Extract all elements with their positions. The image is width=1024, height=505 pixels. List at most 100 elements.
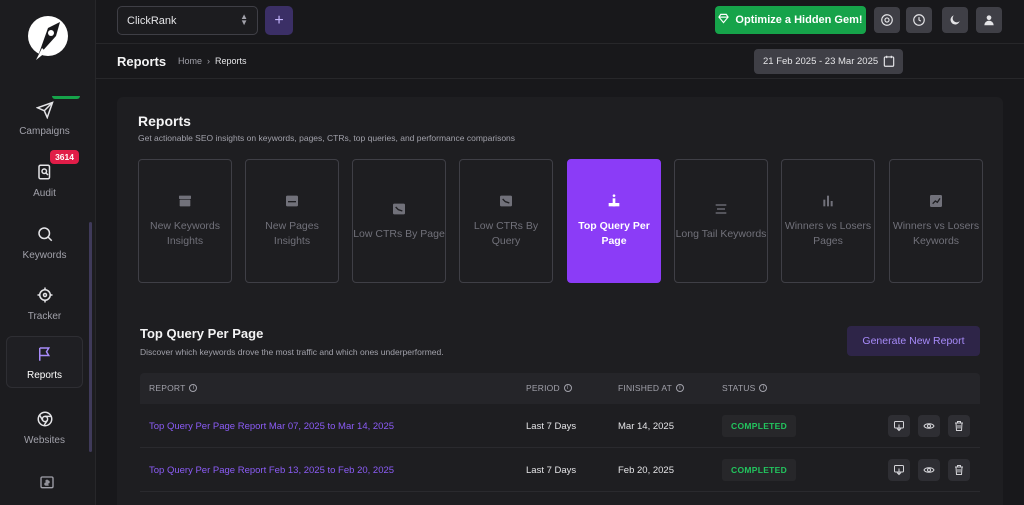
archive-icon bbox=[177, 193, 193, 209]
download-icon[interactable] bbox=[888, 415, 910, 437]
generate-new-report-button[interactable]: Generate New Report bbox=[847, 326, 980, 356]
sidebar-item-websites[interactable]: Websites bbox=[6, 401, 83, 453]
download-icon[interactable] bbox=[888, 459, 910, 481]
paper-plane-icon bbox=[35, 100, 55, 120]
app-root: Campaigns 3614 Audit Keywords Tracker Re… bbox=[0, 0, 1024, 505]
bar-chart-icon bbox=[820, 193, 836, 209]
sidebar-scrollbar[interactable] bbox=[89, 222, 92, 452]
tile-label: Winners vs Losers Pages bbox=[784, 220, 872, 247]
billing-icon[interactable] bbox=[37, 474, 57, 492]
crosshair-icon bbox=[35, 285, 55, 305]
table-header: REPORT i PERIOD i FINISHED AT i STATUS i bbox=[140, 373, 980, 404]
tile-low-ctrs-by-query[interactable]: Low CTRs By Query bbox=[459, 159, 553, 283]
gem-icon bbox=[718, 13, 730, 27]
tile-long-tail-keywords[interactable]: Long Tail Keywords bbox=[674, 159, 768, 283]
sidebar-item-campaigns[interactable]: Campaigns bbox=[6, 92, 83, 144]
lines-icon bbox=[713, 201, 729, 217]
chrome-extension-icon[interactable] bbox=[874, 7, 900, 33]
column-header-finished-at[interactable]: FINISHED AT i bbox=[618, 383, 684, 393]
audit-search-icon bbox=[35, 162, 55, 182]
topbar: ClickRank ▲ ▼ + Optimize a Hidden Gem! bbox=[96, 0, 1024, 44]
sidebar: Campaigns 3614 Audit Keywords Tracker Re… bbox=[0, 0, 96, 505]
info-icon[interactable]: i bbox=[759, 384, 768, 392]
sidebar-item-label: Audit bbox=[33, 187, 56, 199]
delete-icon[interactable] bbox=[948, 459, 970, 481]
delete-icon[interactable] bbox=[948, 415, 970, 437]
date-range-picker[interactable]: 21 Feb 2025 - 23 Mar 2025 bbox=[754, 49, 903, 74]
view-icon[interactable] bbox=[918, 415, 940, 437]
section-subtitle: Discover which keywords drove the most t… bbox=[140, 347, 444, 357]
tile-winners-vs-losers-keywords[interactable]: Winners vs Losers Keywords bbox=[889, 159, 983, 283]
column-header-report[interactable]: REPORT i bbox=[149, 383, 198, 393]
breadcrumb-home[interactable]: Home bbox=[178, 56, 202, 66]
status-badge: COMPLETED bbox=[722, 415, 797, 437]
sidebar-item-label: Tracker bbox=[27, 310, 62, 322]
column-header-label: FINISHED AT bbox=[618, 383, 672, 393]
tile-label: New Pages Insights bbox=[265, 220, 319, 247]
info-icon[interactable]: i bbox=[676, 384, 684, 392]
column-header-status[interactable]: STATUS i bbox=[722, 383, 768, 393]
sidebar-item-keywords[interactable]: Keywords bbox=[6, 216, 83, 268]
optimize-hidden-gem-button[interactable]: Optimize a Hidden Gem! bbox=[715, 6, 866, 34]
tile-label: Long Tail Keywords bbox=[675, 227, 767, 240]
add-site-button[interactable]: + bbox=[265, 6, 293, 35]
tile-label: Low CTRs By Page bbox=[353, 227, 445, 240]
app-logo[interactable] bbox=[26, 14, 70, 66]
report-link[interactable]: Top Query Per Page Report Mar 07, 2025 t… bbox=[149, 421, 394, 432]
dark-mode-icon[interactable] bbox=[942, 7, 968, 33]
breadcrumb-current: Reports bbox=[215, 56, 247, 66]
tile-label: New Keywords Insights bbox=[149, 220, 221, 247]
trend-down-icon bbox=[391, 201, 407, 217]
sidebar-item-audit[interactable]: 3614 Audit bbox=[6, 150, 83, 206]
reports-panel: Reports Get actionable SEO insights on k… bbox=[117, 97, 1003, 505]
sidebar-item-label: Keywords bbox=[22, 249, 67, 261]
column-header-label: PERIOD bbox=[526, 383, 560, 393]
view-icon[interactable] bbox=[918, 459, 940, 481]
tile-new-keywords-insights[interactable]: New Keywords Insights bbox=[138, 159, 232, 283]
pages-icon bbox=[284, 193, 300, 209]
growth-chart-icon bbox=[928, 193, 944, 209]
gem-button-label: Optimize a Hidden Gem! bbox=[735, 14, 863, 26]
tile-label: Top Query Per Page bbox=[578, 220, 650, 247]
finished-at-cell: Feb 20, 2025 bbox=[618, 465, 674, 476]
period-cell: Last 7 Days bbox=[526, 421, 577, 432]
search-icon bbox=[35, 224, 55, 244]
user-avatar-icon[interactable] bbox=[976, 7, 1002, 33]
site-selector-value: ClickRank bbox=[127, 14, 177, 27]
sidebar-item-tracker[interactable]: Tracker bbox=[6, 277, 83, 329]
reports-title: Reports bbox=[138, 113, 191, 129]
ranking-icon bbox=[606, 193, 622, 209]
column-header-label: STATUS bbox=[722, 383, 756, 393]
tile-label: Winners vs Losers Keywords bbox=[892, 220, 980, 247]
page-title: Reports bbox=[117, 54, 167, 69]
calendar-icon bbox=[882, 54, 896, 68]
breadcrumb: Home › Reports bbox=[178, 56, 247, 66]
breadcrumb-separator-icon: › bbox=[207, 56, 211, 66]
tile-label: Low CTRs By Query bbox=[473, 220, 539, 247]
report-link[interactable]: Top Query Per Page Report Feb 13, 2025 t… bbox=[149, 465, 394, 476]
sidebar-item-reports[interactable]: Reports bbox=[6, 336, 83, 388]
reports-table: REPORT i PERIOD i FINISHED AT i STATUS i… bbox=[140, 373, 980, 492]
tile-new-pages-insights[interactable]: New Pages Insights bbox=[245, 159, 339, 283]
finished-at-cell: Mar 14, 2025 bbox=[618, 421, 674, 432]
info-icon[interactable]: i bbox=[563, 384, 572, 392]
audit-count-badge: 3614 bbox=[50, 150, 79, 164]
history-icon[interactable] bbox=[906, 7, 932, 33]
site-selector[interactable]: ClickRank ▲ ▼ bbox=[117, 6, 258, 35]
table-row: Top Query Per Page Report Feb 13, 2025 t… bbox=[140, 448, 980, 492]
sidebar-item-label: Campaigns bbox=[19, 125, 70, 137]
tile-winners-vs-losers-pages[interactable]: Winners vs Losers Pages bbox=[781, 159, 875, 283]
column-header-period[interactable]: PERIOD i bbox=[526, 383, 572, 393]
reports-subtitle: Get actionable SEO insights on keywords,… bbox=[138, 133, 516, 143]
trend-down-icon bbox=[498, 193, 514, 209]
table-row: Top Query Per Page Report Mar 07, 2025 t… bbox=[140, 404, 980, 448]
section-title: Top Query Per Page bbox=[140, 326, 264, 341]
tile-top-query-per-page[interactable]: Top Query Per Page bbox=[567, 159, 661, 283]
period-cell: Last 7 Days bbox=[526, 465, 577, 476]
info-icon[interactable]: i bbox=[189, 384, 198, 392]
column-header-label: REPORT bbox=[149, 383, 186, 393]
chevron-updown-icon: ▲ ▼ bbox=[240, 12, 248, 27]
tile-low-ctrs-by-page[interactable]: Low CTRs By Page bbox=[352, 159, 446, 283]
date-range-value: 21 Feb 2025 - 23 Mar 2025 bbox=[763, 56, 879, 67]
sidebar-item-label: Reports bbox=[26, 369, 62, 381]
